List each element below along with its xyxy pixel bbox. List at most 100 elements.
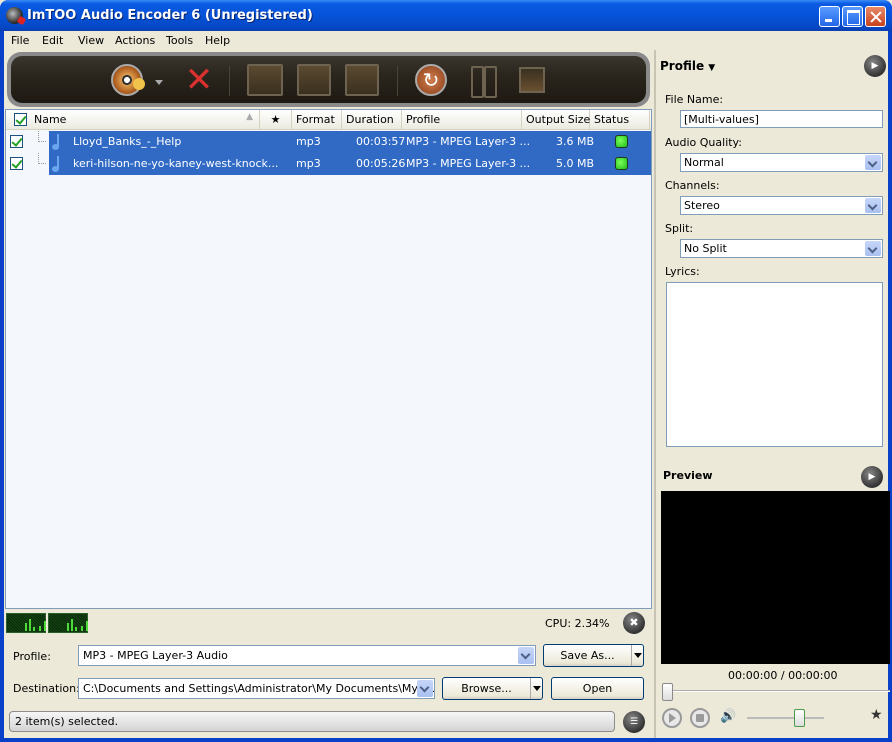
chevron-down-icon [865,155,881,170]
chevron-down-icon [865,241,881,256]
file-name-label: File Name: [665,93,724,106]
convert-button[interactable]: ↻ [415,64,447,96]
volume-icon[interactable]: 🔊 [720,709,736,724]
lyrics-label: Lyrics: [665,265,700,278]
seek-slider[interactable] [664,690,890,692]
save-as-dropdown[interactable] [631,645,643,666]
preview-time: 00:00:00 / 00:00:00 [728,669,838,682]
menu-view[interactable]: View [78,34,104,47]
audio-quality-select[interactable]: Normal [680,153,883,172]
stop-button[interactable] [519,67,545,93]
profile-panel-title[interactable]: Profile ▼ [660,59,715,73]
select-all-checkbox[interactable] [14,113,27,126]
stop-playback-button[interactable] [690,708,710,728]
remove-button[interactable]: ✕ [183,63,215,97]
file-name-input[interactable]: [Multi-values] [680,110,883,128]
status-led-icon [615,135,628,148]
row-duration: 00:05:26 [356,157,406,170]
settings-tools-icon[interactable]: ✖ [623,612,645,634]
row-profile: MP3 - MPEG Layer-3 ... [406,157,531,170]
title-bar[interactable]: ImTOO Audio Encoder 6 (Unregistered) [0,0,892,31]
toolbar-separator [229,66,230,96]
meter-left [6,613,46,633]
effects-film-stars-button[interactable] [297,64,331,96]
menu-file[interactable]: File [11,34,29,47]
split-label: Split: [665,222,694,235]
tree-line [38,153,46,164]
music-note-icon [133,78,145,90]
window-title: ImTOO Audio Encoder 6 (Unregistered) [27,8,313,23]
snapshot-icon[interactable]: ★ [870,707,883,723]
preview-screen [661,491,890,664]
cpu-usage: CPU: 2.34% [545,617,610,630]
volume-thumb[interactable] [794,709,805,727]
chevron-down-icon [518,647,534,664]
app-window: ImTOO Audio Encoder 6 (Unregistered) Fil… [0,0,892,742]
dropdown-arrow-icon: ▼ [708,63,716,73]
row-checkbox[interactable] [10,135,23,148]
col-output-size[interactable]: Output Size [522,110,590,129]
toolbar-separator [397,66,398,96]
row-output-size: 5.0 MB [556,157,595,170]
music-file-icon [52,134,62,150]
status-bar: 2 item(s) selected. [9,711,615,732]
channels-label: Channels: [665,179,720,192]
row-profile: MP3 - MPEG Layer-3 ... [406,135,531,148]
close-button[interactable] [865,6,886,27]
row-name: keri-hilson-ne-yo-kaney-west-knock... [73,157,279,170]
profile-select[interactable]: MP3 - MPEG Layer-3 Audio [78,645,536,666]
pause-button[interactable] [471,66,497,98]
maximize-button[interactable] [842,6,863,27]
split-select[interactable]: No Split [680,239,883,258]
table-row[interactable]: Lloyd_Banks_-_Help mp3 00:03:57 MP3 - MP… [6,131,651,153]
col-profile[interactable]: Profile [402,110,522,129]
open-button[interactable]: Open [551,677,644,700]
preview-next-arrow-icon[interactable]: ▶ [861,466,883,488]
next-arrow-icon[interactable]: ▶ [864,55,886,77]
menu-actions[interactable]: Actions [115,34,155,47]
row-output-size: 3.6 MB [556,135,595,148]
profile-label: Profile: [13,650,51,663]
browse-dropdown[interactable] [530,678,542,699]
browse-button[interactable]: Browse... [442,677,543,700]
table-row[interactable]: keri-hilson-ne-yo-kaney-west-knock... mp… [6,153,651,175]
volume-slider[interactable] [747,717,824,719]
file-list[interactable]: Name ▲ ★ Format Duration Profile Output S… [5,109,652,609]
sort-arrow-icon: ▲ [246,112,253,122]
channels-select[interactable]: Stereo [680,196,883,215]
meter-right [48,613,88,633]
list-header: Name ▲ ★ Format Duration Profile Output S… [6,110,651,130]
lyrics-textarea[interactable] [666,282,883,447]
col-status[interactable]: Status [590,110,650,129]
col-duration[interactable]: Duration [342,110,402,129]
chevron-down-icon [417,680,433,697]
menu-bar: File Edit View Actions Tools Help [4,31,888,50]
clip-scissors-button[interactable] [247,64,283,96]
play-button[interactable] [662,708,682,728]
minimize-button[interactable] [819,6,840,27]
col-format[interactable]: Format [292,110,342,129]
row-checkbox[interactable] [10,157,23,170]
seek-thumb[interactable] [662,683,673,701]
status-led-icon [615,157,628,170]
col-name[interactable]: Name ▲ [30,110,260,129]
save-as-button[interactable]: Save As... [543,644,644,667]
row-name: Lloyd_Banks_-_Help [73,135,182,148]
menu-edit[interactable]: Edit [42,34,63,47]
row-duration: 00:03:57 [356,135,406,148]
preview-title: Preview [663,469,713,482]
client-area: File Edit View Actions Tools Help ✕ ↻ Na… [4,31,890,738]
log-icon[interactable]: ☰ [623,711,645,733]
row-format: mp3 [296,157,321,170]
menu-help[interactable]: Help [205,34,230,47]
audio-quality-label: Audio Quality: [665,136,742,149]
add-dropdown-arrow[interactable] [155,80,163,85]
chevron-down-icon [865,198,881,213]
destination-select[interactable]: C:\Documents and Settings\Administrator\… [78,678,435,699]
col-star[interactable]: ★ [260,110,292,129]
merge-film-arrow-button[interactable] [345,64,379,96]
row-format: mp3 [296,135,321,148]
tree-line [38,131,46,142]
menu-tools[interactable]: Tools [166,34,193,47]
app-icon [6,7,23,24]
